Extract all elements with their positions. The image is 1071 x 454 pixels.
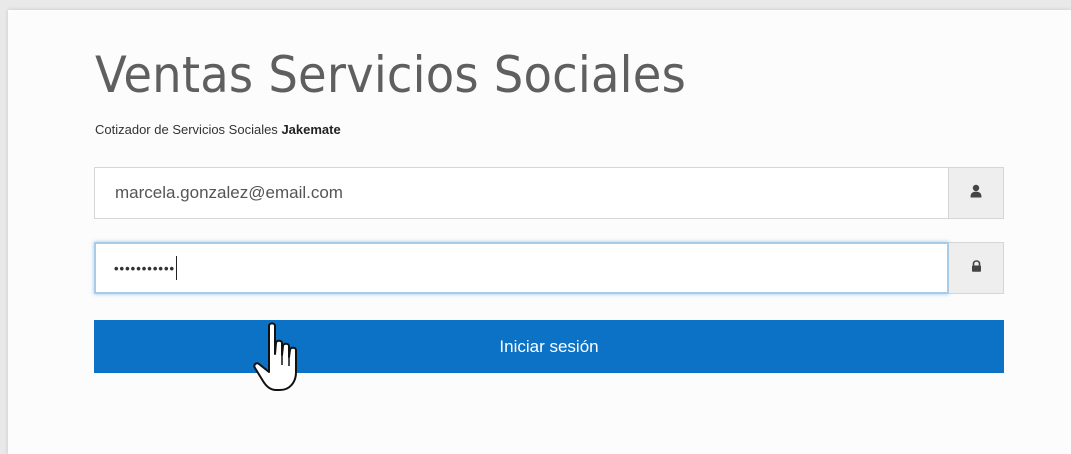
page-subtitle: Cotizador de Servicios Sociales Jakemate (95, 122, 341, 137)
lock-icon (971, 259, 982, 277)
email-input-group: marcela.gonzalez@email.com (94, 167, 1004, 219)
user-icon (970, 184, 982, 203)
password-value: ••••••••••• (114, 260, 176, 276)
password-input-group: ••••••••••• (94, 242, 1004, 294)
subtitle-text: Cotizador de Servicios Sociales (95, 122, 278, 137)
hand-pointer-icon (252, 320, 312, 398)
login-button[interactable]: Iniciar sesión (94, 320, 1004, 373)
email-value: marcela.gonzalez@email.com (115, 183, 343, 202)
password-field[interactable]: ••••••••••• (94, 242, 949, 294)
email-field[interactable]: marcela.gonzalez@email.com (94, 167, 949, 219)
page-title: Ventas Servicios Sociales (95, 46, 686, 104)
email-addon (949, 167, 1004, 219)
text-caret (176, 256, 178, 280)
login-button-label: Iniciar sesión (499, 336, 599, 356)
subtitle-brand: Jakemate (281, 122, 341, 137)
password-addon (949, 242, 1004, 294)
